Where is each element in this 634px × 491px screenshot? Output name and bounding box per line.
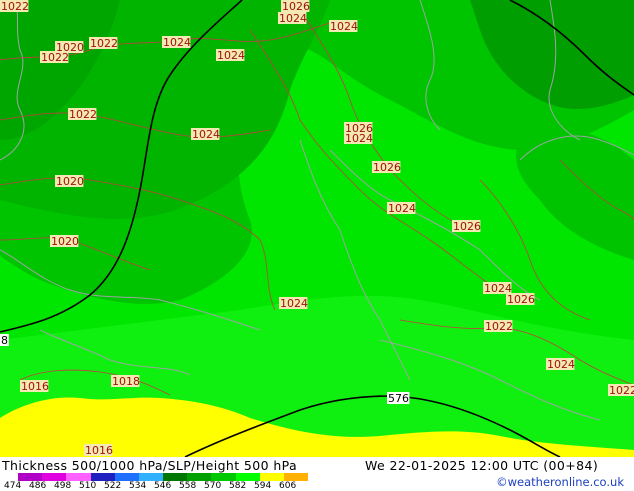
thickness-map: 1022 1026 1024 1024 1020 1022 1022 1024 1024 1022… bbox=[0, 0, 634, 457]
isobar-label-text: 1024 bbox=[388, 202, 416, 215]
color-scale-swatch bbox=[259, 473, 285, 481]
isobar-label: 1022 bbox=[484, 320, 513, 333]
height-label-text: 8 bbox=[1, 334, 8, 347]
isobar-label: 1018 bbox=[111, 375, 140, 388]
isobar-label-text: 1020 bbox=[56, 175, 84, 188]
isobar-label-text: 1026 bbox=[373, 161, 401, 174]
isobar-label-text: 1024 bbox=[330, 20, 358, 33]
isobar-label: 1026 bbox=[372, 161, 401, 174]
isobar-label-text: 1024 bbox=[279, 12, 307, 25]
isobar-label: 1024 bbox=[216, 49, 245, 62]
color-scale-swatch bbox=[235, 473, 261, 481]
isobar-label-text: 1022 bbox=[41, 51, 69, 64]
isobar-label: 1020 bbox=[55, 175, 84, 188]
isobar-label-text: 1024 bbox=[280, 297, 308, 310]
isobar-label-text: 1022 bbox=[1, 0, 29, 13]
isobar-label: 1022 bbox=[0, 0, 29, 13]
isobar-label-text: 1016 bbox=[21, 380, 49, 393]
isobar-label-text: 1022 bbox=[485, 320, 513, 333]
isobar-label: 1016 bbox=[84, 444, 113, 457]
color-scale-swatch bbox=[114, 473, 140, 481]
isobar-label: 1026 bbox=[506, 293, 535, 306]
map-datetime: We 22-01-2025 12:00 UTC (00+84) bbox=[365, 458, 599, 473]
color-scale-swatch bbox=[90, 473, 116, 481]
color-scale-swatch bbox=[283, 473, 309, 481]
isobar-label: 1024 bbox=[162, 36, 191, 49]
color-scale-swatch bbox=[187, 473, 212, 481]
isobar-label-text: 1018 bbox=[112, 375, 140, 388]
isobar-label-text: 1024 bbox=[163, 36, 191, 49]
height-label-text: 576 bbox=[388, 392, 409, 405]
isobar-label: 1024 bbox=[191, 128, 220, 141]
map-footer: Thickness 500/1000 hPa/SLP/Height 500 hP… bbox=[0, 457, 634, 491]
color-scale-bar bbox=[18, 473, 309, 481]
height-label: 576 bbox=[387, 392, 410, 405]
color-scale-swatch bbox=[66, 473, 91, 481]
isobar-label-text: 1024 bbox=[345, 132, 373, 145]
isobar-label: 1024 bbox=[329, 20, 358, 33]
isobar-label: 1022 bbox=[89, 37, 118, 50]
color-scale-swatch bbox=[211, 473, 236, 481]
isobar-label-text: 1016 bbox=[85, 444, 113, 457]
map-title: Thickness 500/1000 hPa/SLP/Height 500 hP… bbox=[2, 458, 298, 473]
color-scale-swatch bbox=[138, 473, 164, 481]
color-scale-swatch bbox=[163, 473, 188, 481]
isobar-label-text: 1026 bbox=[453, 220, 481, 233]
map-canvas: 1022 1026 1024 1024 1020 1022 1022 1024 1024 1022… bbox=[0, 0, 634, 457]
isobar-label: 1024 bbox=[279, 297, 308, 310]
height-label: 8 bbox=[0, 334, 9, 347]
isobar-label: 1022 bbox=[40, 51, 69, 64]
isobar-label: 1024 bbox=[387, 202, 416, 215]
isobar-label-text: 1026 bbox=[507, 293, 535, 306]
isobar-label-text: 1024 bbox=[217, 49, 245, 62]
isobar-label: 1020 bbox=[50, 235, 79, 248]
isobar-label-text: 1022 bbox=[90, 37, 118, 50]
credit-link[interactable]: ©weatheronline.co.uk bbox=[496, 475, 624, 489]
isobar-label-text: 1024 bbox=[547, 358, 575, 371]
color-scale-swatch bbox=[18, 473, 43, 481]
isobar-label: 1024 bbox=[278, 12, 307, 25]
isobar-label: 1022 bbox=[608, 384, 634, 397]
isobar-label: 1024 bbox=[344, 132, 373, 145]
isobar-label: 1022 bbox=[68, 108, 97, 121]
isobar-label-text: 1020 bbox=[51, 235, 79, 248]
isobar-label-text: 1022 bbox=[69, 108, 97, 121]
isobar-label-text: 1024 bbox=[192, 128, 220, 141]
isobar-label: 1016 bbox=[20, 380, 49, 393]
isobar-label: 1026 bbox=[452, 220, 481, 233]
color-scale-swatch bbox=[42, 473, 67, 481]
isobar-label-text: 1022 bbox=[609, 384, 634, 397]
isobar-label: 1024 bbox=[546, 358, 575, 371]
